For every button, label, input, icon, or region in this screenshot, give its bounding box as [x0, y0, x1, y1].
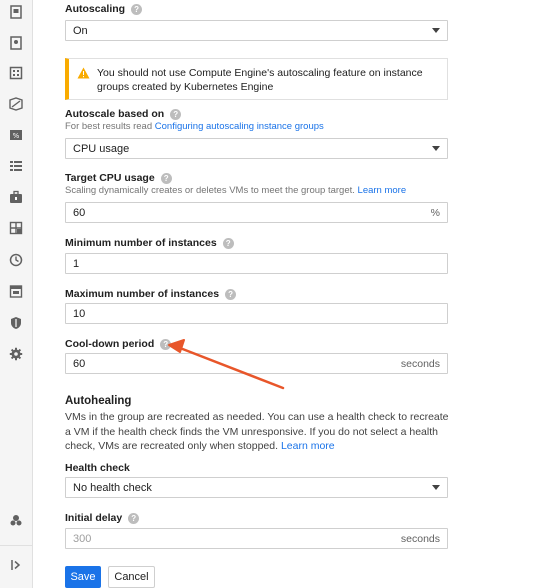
autohealing-description-text: VMs in the group are recreated as needed…	[65, 411, 449, 452]
autohealing-learn-more-link[interactable]: Learn more	[281, 440, 335, 452]
health-check-select[interactable]: No health check	[65, 477, 448, 498]
configuring-autoscaling-link[interactable]: Configuring autoscaling instance groups	[155, 121, 324, 132]
max-instances-label-text: Maximum number of instances	[65, 288, 220, 300]
hint-text: For best results read	[65, 121, 155, 132]
autoscale-based-on-value: CPU usage	[73, 142, 130, 155]
target-cpu-label: Target CPU usage ?	[65, 172, 172, 184]
target-cpu-label-text: Target CPU usage	[65, 172, 155, 184]
snapshot-icon[interactable]: %	[9, 128, 23, 142]
learn-more-link[interactable]: Learn more	[358, 185, 407, 196]
percent-suffix: %	[430, 206, 440, 219]
kubernetes-autoscaling-warning: You should not use Compute Engine's auto…	[65, 58, 448, 100]
help-icon[interactable]: ?	[128, 512, 140, 524]
instance-template-icon[interactable]	[9, 36, 23, 50]
min-instances-label: Minimum number of instances ?	[65, 237, 234, 249]
grid-icon[interactable]	[9, 221, 23, 235]
instance-icon[interactable]	[9, 5, 23, 19]
autohealing-title: Autohealing	[65, 395, 132, 407]
seconds-suffix: seconds	[400, 357, 440, 370]
target-cpu-input[interactable]: 60 %	[65, 202, 448, 223]
autoscaling-label-text: Autoscaling	[65, 3, 126, 15]
chevron-down-icon	[432, 485, 440, 490]
image-icon[interactable]	[9, 159, 23, 173]
svg-text:%: %	[13, 132, 20, 140]
health-check-label-text: Health check	[65, 462, 130, 474]
calendar-icon[interactable]	[9, 284, 23, 298]
health-check-label: Health check	[65, 462, 130, 474]
target-cpu-hint: Scaling dynamically creates or deletes V…	[65, 185, 406, 196]
help-icon[interactable]: ?	[222, 237, 234, 249]
max-instances-label: Maximum number of instances ?	[65, 288, 237, 300]
gear-icon[interactable]	[9, 347, 23, 361]
disk-icon[interactable]	[9, 97, 23, 111]
autoscaling-select-value: On	[73, 24, 88, 37]
help-icon[interactable]: ?	[160, 338, 172, 350]
min-instances-label-text: Minimum number of instances	[65, 237, 217, 249]
chevron-down-icon	[432, 28, 440, 33]
min-instances-input[interactable]: 1	[65, 253, 448, 274]
help-icon[interactable]: ?	[225, 288, 237, 300]
help-icon[interactable]: ?	[160, 172, 172, 184]
autoscaling-select[interactable]: On	[65, 20, 448, 41]
autoscale-based-on-label: Autoscale based on ?	[65, 108, 182, 120]
save-button[interactable]: Save	[65, 566, 101, 588]
cooldown-label: Cool-down period ?	[65, 338, 172, 350]
max-instances-value: 10	[73, 307, 86, 320]
health-check-value: No health check	[73, 481, 152, 494]
cooldown-input[interactable]: 60 seconds	[65, 353, 448, 374]
initial-delay-input[interactable]: 300 seconds	[65, 528, 448, 549]
expand-icon[interactable]	[9, 558, 23, 572]
toolbox-icon[interactable]	[9, 190, 23, 204]
initial-delay-label: Initial delay ?	[65, 512, 140, 524]
clock-icon[interactable]	[9, 253, 23, 267]
initial-delay-label-text: Initial delay	[65, 512, 123, 524]
autoscale-based-on-label-text: Autoscale based on	[65, 108, 165, 120]
target-cpu-value: 60	[73, 206, 86, 219]
initial-delay-placeholder: 300	[73, 532, 92, 545]
hint-text: Scaling dynamically creates or deletes V…	[65, 185, 358, 196]
max-instances-input[interactable]: 10	[65, 303, 448, 324]
help-icon[interactable]: ?	[131, 3, 143, 15]
shield-icon[interactable]	[9, 316, 23, 330]
autohealing-description: VMs in the group are recreated as needed…	[65, 410, 449, 454]
autoscale-based-on-select[interactable]: CPU usage	[65, 138, 448, 159]
cooldown-value: 60	[73, 357, 86, 370]
autoscale-based-on-hint: For best results read Configuring autosc…	[65, 121, 324, 132]
rail-divider	[0, 545, 33, 546]
marketplace-icon[interactable]	[9, 513, 23, 527]
help-icon[interactable]: ?	[170, 108, 182, 120]
min-instances-value: 1	[73, 257, 80, 270]
instance-group-icon[interactable]	[9, 66, 23, 80]
autoscaling-label: Autoscaling ?	[65, 3, 143, 15]
warning-icon	[77, 67, 90, 79]
cancel-button[interactable]: Cancel	[108, 566, 155, 588]
cooldown-label-text: Cool-down period	[65, 338, 155, 350]
chevron-down-icon	[432, 146, 440, 151]
seconds-suffix: seconds	[400, 532, 440, 545]
left-nav-rail: %	[0, 0, 33, 588]
warning-text: You should not use Compute Engine's auto…	[97, 67, 423, 93]
